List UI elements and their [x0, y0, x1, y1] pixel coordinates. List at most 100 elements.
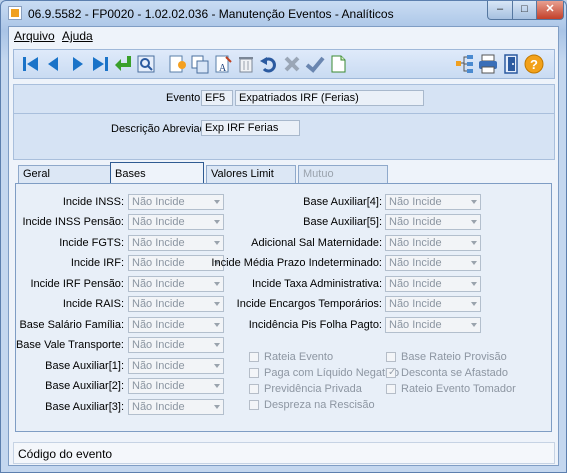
evento-code-field[interactable]: EF5	[201, 90, 233, 106]
chevron-down-icon	[214, 384, 220, 388]
base-vale-transporte-label: Base Vale Transporte:	[15, 339, 124, 351]
next-record-icon[interactable]	[66, 53, 88, 75]
base-salario-familia-label: Base Salário Família:	[19, 319, 124, 331]
incide-inss-pensao-label: Incide INSS Pensão:	[22, 216, 124, 228]
evento-name-field[interactable]: Expatriados IRF (Ferias)	[235, 90, 424, 106]
base-auxiliar-3-label: Base Auxiliar[3]:	[45, 401, 124, 413]
chevron-down-icon	[214, 405, 220, 409]
toolbar: A ?	[13, 49, 555, 79]
application-window: 06.9.5582 - FP0020 - 1.02.02.036 - Manut…	[0, 0, 567, 473]
exit-door-icon[interactable]	[500, 53, 522, 75]
cancel-icon[interactable]	[281, 53, 303, 75]
evento-label: Evento:	[166, 92, 204, 104]
base-auxiliar-5-label: Base Auxiliar[5]:	[303, 216, 382, 228]
base-auxiliar-3-select[interactable]: Não Incide	[128, 399, 224, 415]
chevron-down-icon	[214, 343, 220, 347]
previous-record-icon[interactable]	[43, 53, 65, 75]
incide-irf-select[interactable]: Não Incide	[128, 255, 224, 271]
edit-icon[interactable]: A	[212, 53, 234, 75]
incide-media-prazo-select[interactable]: Não Incide	[385, 255, 481, 271]
tab-bases[interactable]: Bases	[110, 162, 204, 184]
incide-fgts-select[interactable]: Não Incide	[128, 235, 224, 251]
document-icon[interactable]	[327, 53, 349, 75]
chevron-down-icon	[214, 241, 220, 245]
first-record-icon[interactable]	[20, 53, 42, 75]
incide-encargos-temporarios-select[interactable]: Não Incide	[385, 296, 481, 312]
descricao-label: Descrição Abreviada:	[111, 123, 215, 135]
incide-inss-select[interactable]: Não Incide	[128, 194, 224, 210]
svg-text:?: ?	[530, 57, 538, 72]
chevron-down-icon	[214, 323, 220, 327]
incide-inss-pensao-select[interactable]: Não Incide	[128, 214, 224, 230]
chevron-down-icon	[471, 241, 477, 245]
base-vale-transporte-select[interactable]: Não Incide	[128, 337, 224, 353]
status-bar: Código do evento	[13, 442, 555, 464]
incide-encargos-temporarios-label: Incide Encargos Temporários:	[236, 298, 382, 310]
adicional-sal-maternidade-select[interactable]: Não Incide	[385, 235, 481, 251]
maximize-button[interactable]: □	[512, 1, 537, 20]
menu-ajuda[interactable]: Ajuda	[62, 29, 93, 43]
chevron-down-icon	[471, 323, 477, 327]
base-auxiliar-2-label: Base Auxiliar[2]:	[45, 380, 124, 392]
menu-arquivo[interactable]: Arquivo	[14, 29, 55, 43]
incide-irf-label: Incide IRF:	[70, 257, 124, 269]
base-auxiliar-2-select[interactable]: Não Incide	[128, 378, 224, 394]
new-record-icon[interactable]	[166, 53, 188, 75]
chevron-down-icon	[471, 282, 477, 286]
help-icon[interactable]: ?	[523, 53, 545, 75]
chevron-down-icon	[471, 261, 477, 265]
chevron-down-icon	[214, 282, 220, 286]
client-area: Arquivo Ajuda A ? Evento: EF5 Expatriado…	[8, 26, 559, 466]
base-salario-familia-select[interactable]: Não Incide	[128, 317, 224, 333]
copy-icon[interactable]	[189, 53, 211, 75]
base-auxiliar-5-select[interactable]: Não Incide	[385, 214, 481, 230]
incide-irf-pensao-select[interactable]: Não Incide	[128, 276, 224, 292]
tree-icon[interactable]	[454, 53, 476, 75]
app-icon	[8, 6, 22, 20]
incidencia-pis-folha-label: Incidência Pis Folha Pagto:	[248, 319, 382, 331]
tab-mutuo: Mutuo	[298, 165, 388, 183]
tab-valores-limit[interactable]: Valores Limit	[206, 165, 296, 183]
delete-icon[interactable]	[235, 53, 257, 75]
base-auxiliar-4-label: Base Auxiliar[4]:	[303, 196, 382, 208]
title-bar[interactable]: 06.9.5582 - FP0020 - 1.02.02.036 - Manut…	[1, 1, 566, 27]
confirm-arrow-icon[interactable]	[112, 53, 134, 75]
chevron-down-icon	[471, 200, 477, 204]
incide-inss-label: Incide INSS:	[62, 196, 124, 208]
incide-rais-select[interactable]: Não Incide	[128, 296, 224, 312]
base-auxiliar-1-label: Base Auxiliar[1]:	[45, 360, 124, 372]
tab-strip: Geral Bases Valores Limit Mutuo	[14, 162, 554, 184]
incidencia-pis-folha-select[interactable]: Não Incide	[385, 317, 481, 333]
evento-panel: Evento: EF5 Expatriados IRF (Ferias)	[13, 84, 555, 116]
chevron-down-icon	[214, 302, 220, 306]
last-record-icon[interactable]	[89, 53, 111, 75]
window-title: 06.9.5582 - FP0020 - 1.02.02.036 - Manut…	[28, 7, 394, 21]
chevron-down-icon	[214, 220, 220, 224]
minimize-button[interactable]: –	[487, 1, 513, 20]
incide-fgts-label: Incide FGTS:	[59, 237, 124, 249]
search-icon[interactable]	[135, 53, 157, 75]
svg-text:A: A	[219, 63, 227, 74]
chevron-down-icon	[471, 302, 477, 306]
menu-bar: Arquivo Ajuda	[9, 27, 558, 45]
base-auxiliar-4-select[interactable]: Não Incide	[385, 194, 481, 210]
incide-media-prazo-label: Incide Média Prazo Indeterminado:	[211, 257, 382, 269]
tab-geral[interactable]: Geral	[18, 165, 112, 183]
incide-taxa-administrativa-select[interactable]: Não Incide	[385, 276, 481, 292]
chevron-down-icon	[214, 200, 220, 204]
print-icon[interactable]	[477, 53, 499, 75]
incide-irf-pensao-label: Incide IRF Pensão:	[30, 278, 124, 290]
incide-rais-label: Incide RAIS:	[62, 298, 124, 310]
descricao-panel: Descrição Abreviada: Exp IRF Ferias	[13, 113, 555, 160]
checkmark-icon: ✓	[388, 367, 397, 378]
chevron-down-icon	[214, 364, 220, 368]
undo-icon[interactable]	[258, 53, 280, 75]
descricao-field[interactable]: Exp IRF Ferias	[201, 120, 300, 136]
base-auxiliar-1-select[interactable]: Não Incide	[128, 358, 224, 374]
adicional-sal-maternidade-label: Adicional Sal Maternidade:	[251, 237, 382, 249]
ok-check-icon[interactable]	[304, 53, 326, 75]
status-text: Código do evento	[18, 447, 113, 461]
close-button[interactable]: ✕	[536, 1, 564, 20]
bases-tab-content: Incide INSS: Não Incide Incide INSS Pens…	[15, 183, 552, 432]
chevron-down-icon	[471, 220, 477, 224]
